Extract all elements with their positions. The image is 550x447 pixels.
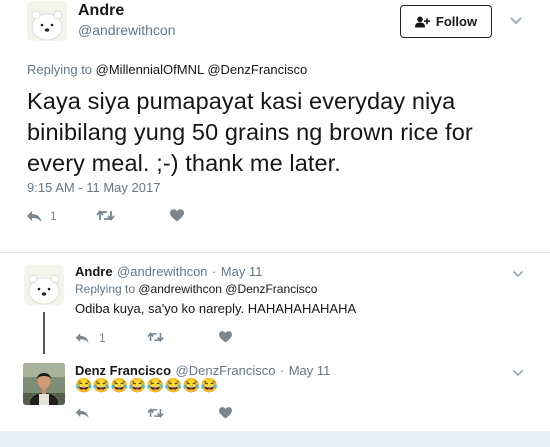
like-icon bbox=[219, 407, 232, 419]
reply-author-handle[interactable]: @andrewithcon bbox=[117, 264, 208, 279]
thread-connector-line bbox=[43, 312, 45, 354]
reply-date[interactable]: May 11 bbox=[221, 264, 263, 279]
chevron-down-icon[interactable] bbox=[512, 364, 524, 377]
author-handle[interactable]: @andrewithcon bbox=[78, 22, 176, 38]
divider bbox=[0, 252, 550, 253]
reply-header: Andre @andrewithcon · May 11 bbox=[75, 263, 262, 281]
replying-to-users[interactable]: @MillennialOfMNL @DenzFrancisco bbox=[96, 62, 308, 77]
retweet-icon bbox=[147, 408, 164, 418]
like-icon bbox=[170, 209, 184, 222]
replying-prefix: Replying to bbox=[27, 62, 96, 77]
reply-avatar[interactable] bbox=[24, 265, 64, 305]
reply-icon bbox=[26, 210, 42, 222]
bottom-strip bbox=[0, 431, 550, 447]
bear-avatar-icon bbox=[24, 265, 64, 305]
reply-action[interactable]: 1 bbox=[26, 209, 57, 223]
reply-emoji-text: 😂😂😂😂😂😂😂😂 bbox=[75, 377, 219, 393]
bear-avatar-icon bbox=[27, 1, 67, 41]
retweet-action[interactable] bbox=[96, 209, 115, 222]
reply-icon bbox=[75, 408, 89, 418]
tweet-timestamp[interactable]: 9:15 AM - 11 May 2017 bbox=[27, 180, 160, 195]
reply-avatar-photo[interactable] bbox=[23, 363, 65, 405]
retweet-icon bbox=[96, 210, 115, 221]
retweet-icon bbox=[147, 332, 164, 342]
follow-label: Follow bbox=[435, 14, 478, 29]
reply-text: Odiba kuya, sa'yo ko nareply. HAHAHAHAHA… bbox=[75, 301, 357, 316]
replying-prefix: Replying to bbox=[75, 282, 139, 296]
like-action[interactable] bbox=[219, 407, 232, 419]
person-photo-icon bbox=[23, 363, 65, 405]
reply-author-name[interactable]: Andre bbox=[75, 264, 113, 279]
separator-dot: · bbox=[279, 363, 285, 378]
reply-icon bbox=[75, 333, 89, 343]
reply-count: 1 bbox=[99, 331, 106, 345]
author-name[interactable]: Andre bbox=[78, 2, 124, 20]
separator-dot: · bbox=[212, 264, 217, 279]
reply-author-name[interactable]: Denz Francisco bbox=[75, 363, 171, 378]
replying-to-users[interactable]: @andrewithcon @DenzFrancisco bbox=[138, 282, 317, 296]
replying-to-line: Replying to @MillennialOfMNL @DenzFranci… bbox=[27, 62, 307, 77]
replying-to-line: Replying to @andrewithcon @DenzFrancisco bbox=[75, 282, 317, 296]
like-icon bbox=[219, 331, 232, 343]
follow-button[interactable]: Follow bbox=[400, 5, 492, 38]
author-avatar[interactable] bbox=[27, 1, 67, 41]
chevron-down-icon[interactable] bbox=[512, 265, 524, 278]
like-action[interactable] bbox=[219, 331, 232, 343]
follow-user-icon bbox=[414, 16, 430, 27]
reply-action[interactable] bbox=[75, 407, 89, 419]
reply-date[interactable]: May 11 bbox=[289, 363, 331, 378]
retweet-action[interactable] bbox=[147, 407, 164, 419]
like-action[interactable] bbox=[170, 209, 184, 222]
retweet-action[interactable] bbox=[147, 331, 164, 343]
reply-action[interactable]: 1 bbox=[75, 331, 106, 345]
reply-count: 1 bbox=[50, 209, 57, 223]
tweet-text: Kaya siya pumapayat kasi everyday niya b… bbox=[27, 88, 473, 176]
chevron-down-icon[interactable] bbox=[509, 13, 523, 25]
reply-author-handle[interactable]: @DenzFrancisco bbox=[176, 363, 276, 378]
